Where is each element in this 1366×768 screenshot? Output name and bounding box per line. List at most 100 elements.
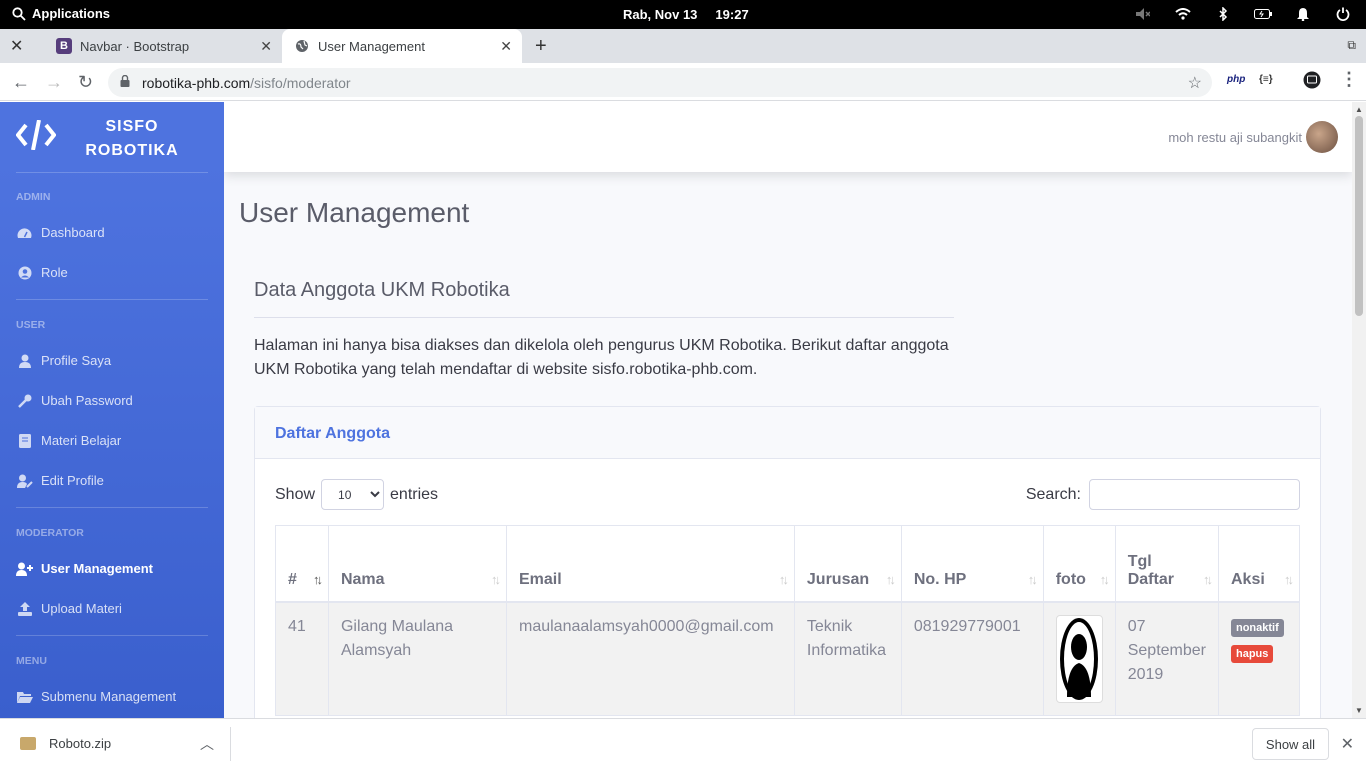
battery-icon[interactable] — [1254, 5, 1272, 23]
system-top-bar: Applications Rab, Nov 13 19:27 — [0, 0, 1366, 29]
column-header-jurusan[interactable]: Jurusan ↑↓ — [793, 525, 902, 603]
chevron-up-icon[interactable]: ︿ — [200, 734, 214, 754]
avatar[interactable] — [1306, 121, 1338, 153]
divider — [16, 299, 208, 300]
cell-no: 41 — [275, 601, 329, 716]
sidebar-item-profile[interactable]: Profile Saya — [16, 353, 216, 368]
notification-bell-icon[interactable] — [1294, 5, 1312, 23]
card-header: Daftar Anggota — [255, 407, 1320, 459]
sidebar-item-password[interactable]: Ubah Password — [16, 393, 216, 408]
column-header-aksi[interactable]: Aksi ↑↓ — [1217, 525, 1301, 603]
clock[interactable]: Rab, Nov 13 19:27 — [623, 7, 767, 22]
deactivate-button[interactable]: nonaktif — [1230, 618, 1284, 637]
tab-close-icon[interactable]: ✕ — [500, 38, 512, 55]
search-label: Search: — [1025, 485, 1081, 503]
sort-icon: ↑↓ — [312, 571, 323, 587]
scrollbar-thumb[interactable] — [1355, 116, 1363, 316]
power-icon[interactable] — [1334, 5, 1352, 23]
column-header-email[interactable]: Email ↑↓ — [506, 525, 795, 603]
tachometer-icon — [16, 227, 33, 239]
members-table: # ↑↓ Nama ↑↓ Email ↑↓ Jurusan ↑↓ No. HP ↑↓ fo… — [275, 525, 1301, 716]
column-label: No. HP — [913, 570, 967, 588]
sidebar-item-edit-profile[interactable]: Edit Profile — [16, 473, 216, 488]
sort-icon: ↑↓ — [778, 571, 789, 587]
search-input[interactable] — [1089, 479, 1300, 510]
sidebar-item-dashboard[interactable]: Dashboard — [16, 225, 216, 240]
page-scrollbar[interactable]: ▲ ▼ — [1352, 102, 1366, 718]
json-extension-icon[interactable]: {≡} — [1259, 74, 1273, 85]
download-bar: Roboto.zip ︿ Show all ✕ — [0, 718, 1366, 768]
divider — [254, 317, 954, 318]
url-field[interactable]: robotika-phb.com/sisfo/moderator ☆ — [108, 68, 1212, 97]
sidebar-heading-moderator: MODERATOR — [16, 527, 84, 539]
column-header-no[interactable]: # ↑↓ — [275, 525, 329, 603]
php-extension-icon[interactable]: php — [1227, 74, 1245, 85]
delete-button[interactable]: hapus — [1230, 644, 1274, 663]
brand[interactable]: SISFO ROBOTIKA — [0, 102, 224, 172]
tab-navbar-bootstrap[interactable]: B Navbar · Bootstrap ✕ — [44, 29, 282, 63]
entries-label: entries — [390, 485, 439, 503]
sidebar-item-label: Submenu Management — [41, 689, 177, 704]
show-all-button[interactable]: Show all — [1252, 728, 1329, 760]
column-label: # — [288, 570, 297, 588]
column-header-nama[interactable]: Nama ↑↓ — [327, 525, 508, 603]
entries-select[interactable]: 10 — [321, 479, 385, 510]
tab-title: Navbar · Bootstrap — [80, 38, 190, 54]
bookmark-star-icon[interactable]: ☆ — [1188, 73, 1202, 93]
download-filename: Roboto.zip — [49, 736, 112, 751]
cell-aksi: nonaktif hapus — [1217, 601, 1301, 716]
volume-muted-icon[interactable] — [1134, 5, 1152, 23]
lock-icon — [120, 75, 130, 87]
scroll-up-icon[interactable]: ▲ — [1355, 105, 1363, 114]
sidebar-item-label: User Management — [41, 561, 153, 576]
sidebar-item-upload[interactable]: Upload Materi — [16, 601, 216, 616]
system-tray — [1134, 5, 1352, 23]
sidebar-heading-menu: MENU — [16, 655, 47, 667]
time-text: 19:27 — [715, 7, 749, 22]
entries-length-control: Show 10 entries — [275, 479, 438, 510]
sort-icon: ↑↓ — [1202, 571, 1213, 587]
members-card: Daftar Anggota Show 10 entries Search: #… — [254, 406, 1321, 718]
cell-email: maulanaalamsyah0000@gmail.com — [506, 601, 795, 716]
cell-hp: 081929779001 — [900, 601, 1044, 716]
user-name[interactable]: moh restu aji subangkit — [1168, 130, 1302, 145]
applications-menu[interactable]: Applications — [12, 6, 110, 21]
column-label: foto — [1055, 570, 1086, 588]
sidebar-heading-user: USER — [16, 319, 46, 331]
reload-icon[interactable]: ↻ — [78, 72, 93, 93]
column-header-no-hp[interactable]: No. HP ↑↓ — [900, 525, 1044, 603]
show-label: Show — [275, 485, 316, 503]
column-header-tgl-daftar[interactable]: Tgl Daftar ↑↓ — [1114, 525, 1219, 603]
wifi-icon[interactable] — [1174, 5, 1192, 23]
brand-line-1: SISFO — [105, 118, 159, 135]
kebab-menu-icon[interactable]: ⋮ — [1340, 69, 1358, 90]
sidebar-item-materi[interactable]: Materi Belajar — [16, 433, 216, 448]
cell-tgl-daftar: 07 September 2019 — [1114, 601, 1219, 716]
close-icon[interactable]: ✕ — [10, 36, 23, 56]
page-title: User Management — [239, 197, 470, 228]
bluetooth-icon[interactable] — [1214, 5, 1232, 23]
tab-user-management[interactable]: User Management ✕ — [282, 29, 522, 63]
new-tab-plus-icon[interactable]: + — [535, 35, 547, 58]
sort-icon: ↑↓ — [885, 571, 896, 587]
sidebar-item-label: Materi Belajar — [41, 433, 122, 448]
scroll-down-icon[interactable]: ▼ — [1355, 706, 1363, 715]
close-icon[interactable]: ✕ — [1341, 734, 1354, 754]
tab-search-icon[interactable]: ⧉ — [1347, 38, 1356, 53]
download-item[interactable]: Roboto.zip — [20, 736, 111, 751]
section-title: Data Anggota UKM Robotika — [254, 279, 510, 301]
sidebar-item-role[interactable]: Role — [16, 265, 216, 280]
tab-close-icon[interactable]: ✕ — [260, 38, 272, 55]
back-arrow-icon[interactable]: ← — [12, 72, 30, 93]
globe-icon — [294, 38, 310, 54]
column-header-foto[interactable]: foto ↑↓ — [1042, 525, 1116, 603]
sidebar-item-submenu[interactable]: Submenu Management — [16, 689, 216, 704]
profile-icon[interactable] — [1303, 71, 1321, 94]
user-plus-icon — [16, 562, 33, 576]
divider — [16, 635, 208, 636]
forward-arrow-icon[interactable]: → — [45, 72, 63, 93]
column-label: Nama — [340, 570, 385, 588]
divider — [16, 172, 208, 173]
sidebar-item-user-management[interactable]: User Management — [16, 561, 216, 576]
url-host: robotika-phb.com — [142, 74, 251, 91]
